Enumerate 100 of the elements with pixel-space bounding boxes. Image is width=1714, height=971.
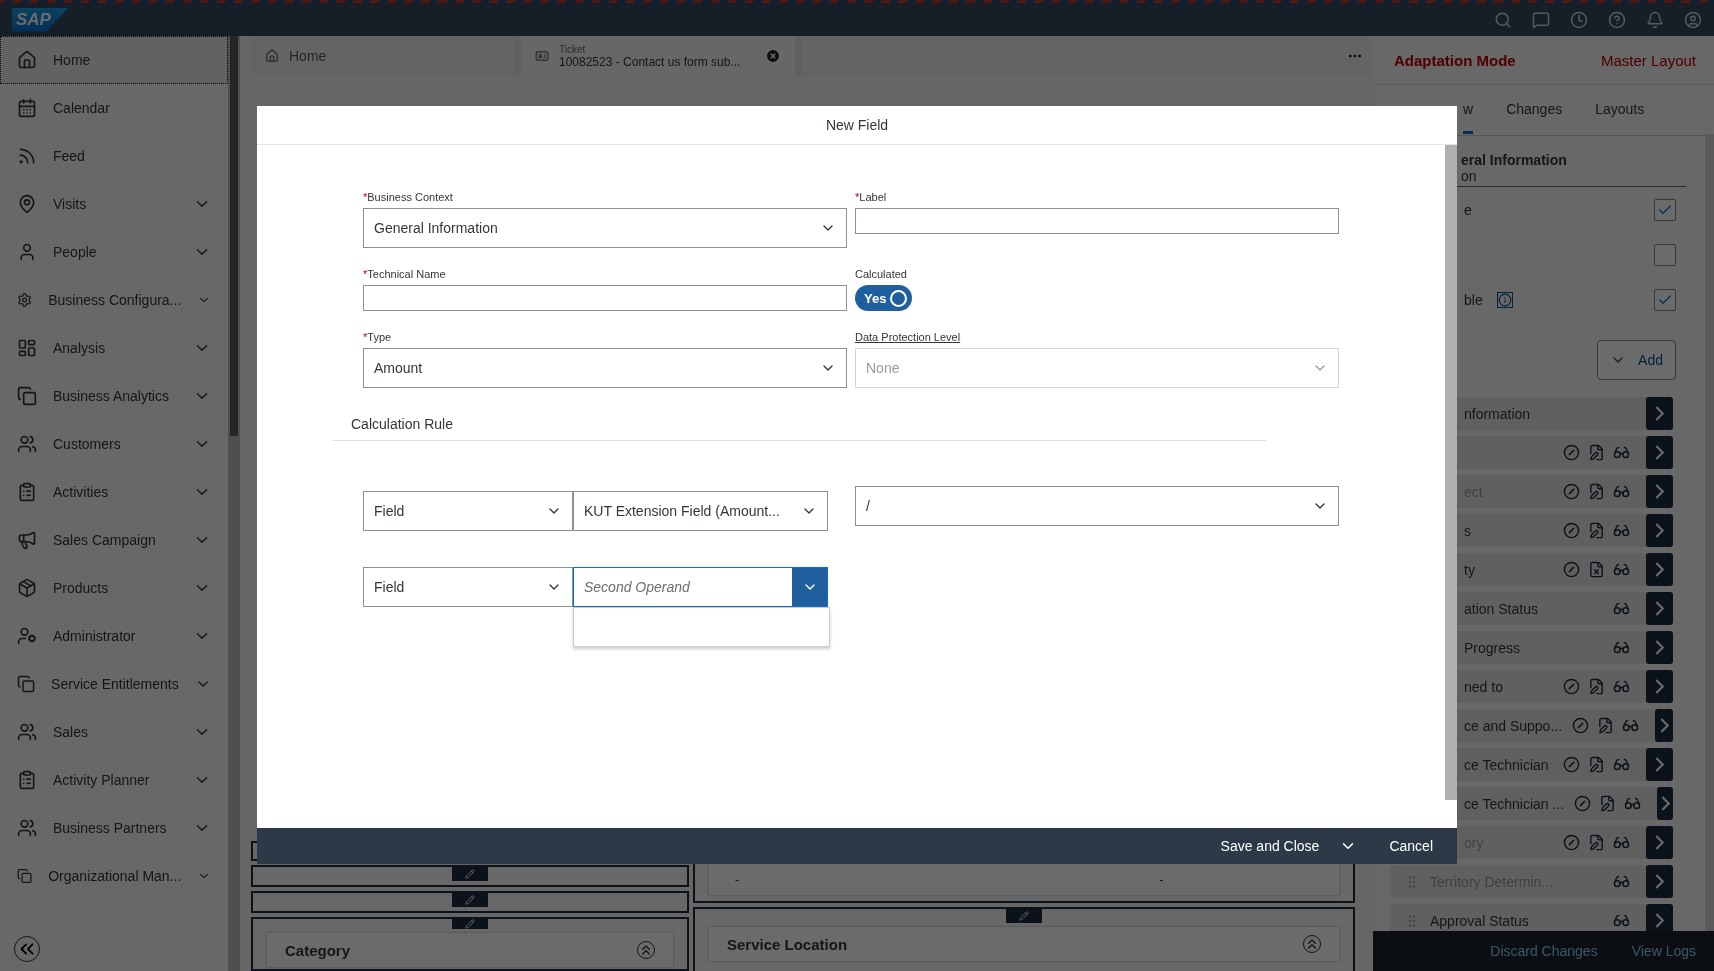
nav-item[interactable]: Analysis: [0, 324, 228, 372]
calendar-icon: [17, 98, 37, 118]
dropdown[interactable]: Field: [363, 491, 573, 531]
glasses-icon[interactable]: [1613, 678, 1630, 695]
glasses-icon[interactable]: [1613, 522, 1630, 539]
nav-item[interactable]: Administrator: [0, 612, 228, 660]
input-field[interactable]: [363, 285, 847, 311]
tab[interactable]: Layouts: [1595, 86, 1645, 134]
logo[interactable]: SAP: [12, 7, 69, 32]
nav-item[interactable]: Sales: [0, 708, 228, 756]
dropdown[interactable]: Amount: [363, 348, 847, 388]
input-field[interactable]: [855, 208, 1339, 234]
open-button[interactable]: [1646, 592, 1673, 625]
glasses-icon[interactable]: [1613, 912, 1630, 929]
edit-icon[interactable]: [1588, 678, 1605, 695]
open-button[interactable]: [1646, 514, 1673, 547]
open-button[interactable]: [1646, 748, 1673, 781]
open-button[interactable]: [1646, 553, 1673, 586]
blocked-icon[interactable]: [1572, 717, 1590, 734]
help-icon[interactable]: [1608, 10, 1626, 29]
edit-tag[interactable]: [452, 893, 488, 907]
field-row[interactable]: Approval Status: [1390, 904, 1673, 931]
nav-item[interactable]: Business Analytics: [0, 372, 228, 420]
open-button[interactable]: [1646, 436, 1673, 469]
glasses-icon[interactable]: [1613, 444, 1630, 461]
map-pin-icon: [17, 194, 37, 214]
dropdown[interactable]: General Information: [363, 208, 847, 248]
save-button[interactable]: Save and Close: [1214, 833, 1364, 859]
tab[interactable]: Home: [251, 36, 514, 76]
tab[interactable]: w: [1463, 86, 1474, 134]
edit-icon[interactable]: [1588, 522, 1605, 539]
scrollbar[interactable]: [228, 36, 240, 971]
checkbox[interactable]: [1654, 243, 1676, 266]
footer-link[interactable]: Discard Changes: [1490, 943, 1598, 959]
dialog-title: New Field: [257, 106, 1457, 145]
checkbox[interactable]: [1654, 288, 1676, 311]
chat-icon[interactable]: [1532, 10, 1550, 29]
blocked-icon[interactable]: [1563, 756, 1580, 773]
nav-item[interactable]: Feed: [0, 132, 228, 180]
add-button[interactable]: Add: [1597, 340, 1676, 380]
info-icon[interactable]: [1496, 291, 1513, 308]
nav-item[interactable]: People: [0, 228, 228, 276]
scrollbar[interactable]: [1445, 145, 1457, 800]
glasses-icon[interactable]: [1624, 795, 1642, 812]
edit-icon[interactable]: [1588, 756, 1605, 773]
nav-item[interactable]: Calendar: [0, 84, 228, 132]
user-icon[interactable]: [1684, 10, 1702, 29]
blocked-icon[interactable]: [1574, 795, 1592, 812]
open-button[interactable]: [1646, 670, 1673, 703]
edit-icon[interactable]: [1597, 717, 1615, 734]
blocked-icon[interactable]: [1563, 678, 1580, 695]
nav-item[interactable]: Visits: [0, 180, 228, 228]
feed-icon: [17, 146, 37, 166]
blocked-icon[interactable]: [1563, 561, 1580, 578]
dropdown[interactable]: /: [855, 486, 1339, 526]
open-button[interactable]: [1657, 787, 1673, 820]
chevron-right-icon: [1655, 757, 1664, 772]
scrollbar[interactable]: [1705, 134, 1714, 931]
checkbox[interactable]: [1654, 198, 1676, 221]
open-button[interactable]: [1646, 904, 1673, 931]
field-label: ned to: [1464, 678, 1503, 695]
tab[interactable]: Changes: [1506, 86, 1563, 134]
toggle-switch[interactable]: Yes: [855, 285, 912, 311]
dropdown[interactable]: Second Operand: [573, 567, 828, 607]
field-label: ty: [1464, 561, 1475, 578]
edit-icon[interactable]: [1588, 444, 1605, 461]
nav-item[interactable]: Home: [0, 36, 228, 84]
edit-off-icon[interactable]: [1588, 561, 1605, 578]
edit-tag[interactable]: [452, 919, 488, 929]
nav-item[interactable]: Activity Planner: [0, 756, 228, 804]
open-button[interactable]: [1655, 709, 1673, 742]
bell-icon[interactable]: [1646, 10, 1664, 29]
close-icon[interactable]: [765, 48, 781, 64]
footer-link[interactable]: View Logs: [1631, 943, 1696, 959]
open-button[interactable]: [1646, 631, 1673, 664]
glasses-icon[interactable]: [1622, 717, 1640, 734]
dropdown[interactable]: Field: [363, 567, 573, 607]
nav-item[interactable]: Service Entitlements: [0, 660, 228, 708]
glasses-icon[interactable]: [1613, 600, 1630, 617]
glasses-icon[interactable]: [1613, 639, 1630, 656]
edit-tag[interactable]: [452, 867, 488, 881]
clock-icon[interactable]: [1570, 10, 1588, 29]
blocked-icon[interactable]: [1563, 522, 1580, 539]
glasses-icon[interactable]: [1613, 756, 1630, 773]
nav-item[interactable]: Business Partners: [0, 804, 228, 852]
field-label: ce and Suppo...: [1464, 717, 1563, 734]
tab[interactable]: Ticket 10082523 - Contact us form sub...: [521, 36, 795, 76]
edit-tag[interactable]: [1006, 909, 1042, 923]
search-icon[interactable]: [1494, 10, 1512, 29]
nav-item[interactable]: Sales Campaign: [0, 516, 228, 564]
blocked-icon[interactable]: [1563, 444, 1580, 461]
nav-item[interactable]: Customers: [0, 420, 228, 468]
dropdown[interactable]: KUT Extension Field (Amount...: [573, 491, 828, 531]
open-button[interactable]: [1646, 397, 1673, 430]
glasses-icon[interactable]: [1613, 561, 1630, 578]
edit-icon[interactable]: [1599, 795, 1617, 812]
nav-item[interactable]: Organizational Man...: [0, 852, 228, 900]
nav-item[interactable]: Activities: [0, 468, 228, 516]
nav-item[interactable]: Business Configura...: [0, 276, 228, 324]
nav-item[interactable]: Products: [0, 564, 228, 612]
